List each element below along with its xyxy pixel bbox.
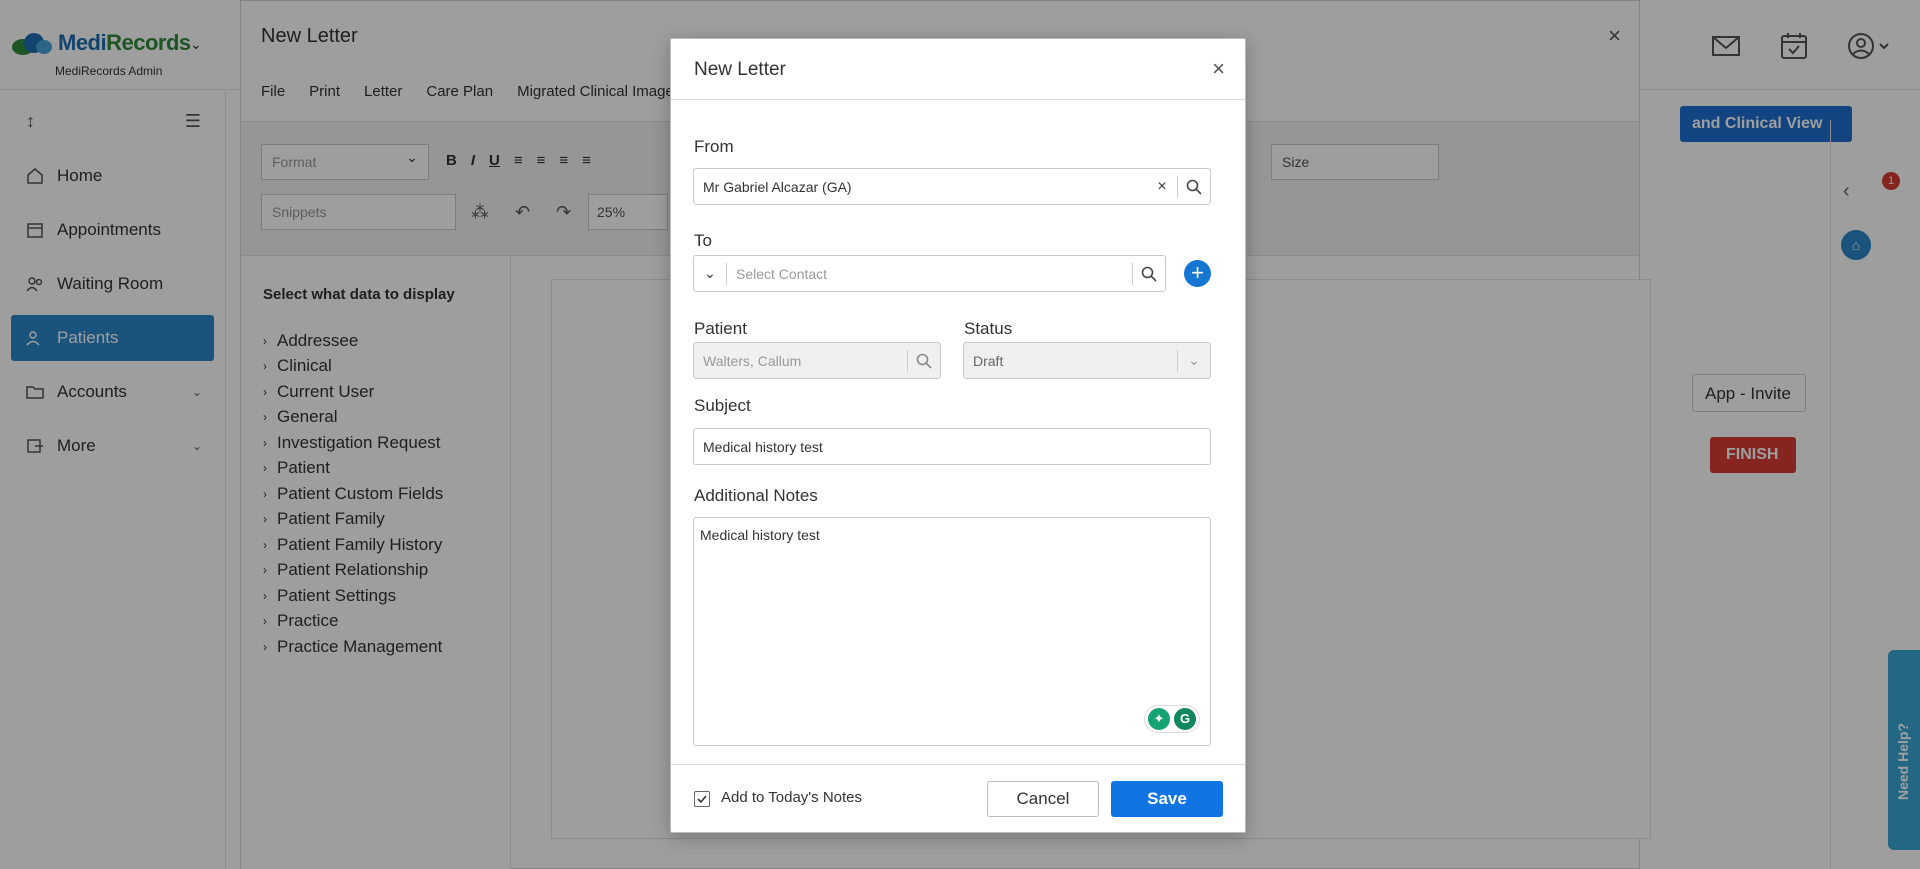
search-icon[interactable] — [1133, 266, 1165, 282]
additional-notes-label: Additional Notes — [694, 486, 818, 505]
to-field[interactable]: ⌄ Select Contact — [693, 255, 1166, 292]
from-value: Mr Gabriel Alcazar (GA) — [703, 178, 852, 195]
from-label: From — [694, 137, 734, 156]
status-select: Draft ⌄ — [963, 342, 1211, 379]
search-icon[interactable] — [1178, 179, 1210, 195]
modal-header: New Letter × — [671, 39, 1245, 100]
modal-footer: Add to Today's Notes Cancel Save — [671, 764, 1245, 834]
lightbulb-icon[interactable]: ✦ — [1148, 708, 1170, 730]
from-field[interactable]: Mr Gabriel Alcazar (GA) × — [693, 168, 1211, 205]
add-contact-icon[interactable]: + — [1184, 260, 1211, 287]
subject-label: Subject — [694, 396, 751, 415]
clear-icon[interactable]: × — [1147, 178, 1177, 196]
status-label: Status — [964, 319, 1013, 338]
new-letter-modal: New Letter × From Mr Gabriel Alcazar (GA… — [670, 38, 1246, 833]
chevron-down-icon: ⌄ — [1188, 352, 1200, 368]
checkbox-label[interactable]: Add to Today's Notes — [721, 789, 862, 806]
search-icon — [908, 353, 940, 369]
additional-notes-textarea[interactable]: Medical history test ✦ G — [693, 517, 1211, 746]
add-to-todays-notes-checkbox[interactable] — [694, 791, 710, 807]
notes-value: Medical history test — [700, 527, 820, 543]
grammarly-widget[interactable]: ✦ G — [1144, 705, 1200, 733]
subject-input[interactable]: Medical history test — [693, 428, 1211, 465]
modal-title: New Letter — [694, 59, 786, 80]
status-value: Draft — [973, 352, 1004, 369]
patient-value: Walters, Callum — [703, 352, 802, 369]
chevron-down-icon[interactable]: ⌄ — [694, 265, 726, 282]
grammarly-icon[interactable]: G — [1174, 708, 1196, 730]
patient-field: Walters, Callum — [693, 342, 941, 379]
check-icon — [697, 795, 707, 804]
patient-label: Patient — [694, 319, 747, 338]
to-placeholder: Select Contact — [736, 265, 828, 282]
subject-value: Medical history test — [703, 438, 823, 455]
to-label: To — [694, 231, 712, 250]
close-icon[interactable]: × — [1212, 56, 1225, 82]
save-button[interactable]: Save — [1111, 781, 1223, 817]
cancel-button[interactable]: Cancel — [987, 781, 1099, 817]
